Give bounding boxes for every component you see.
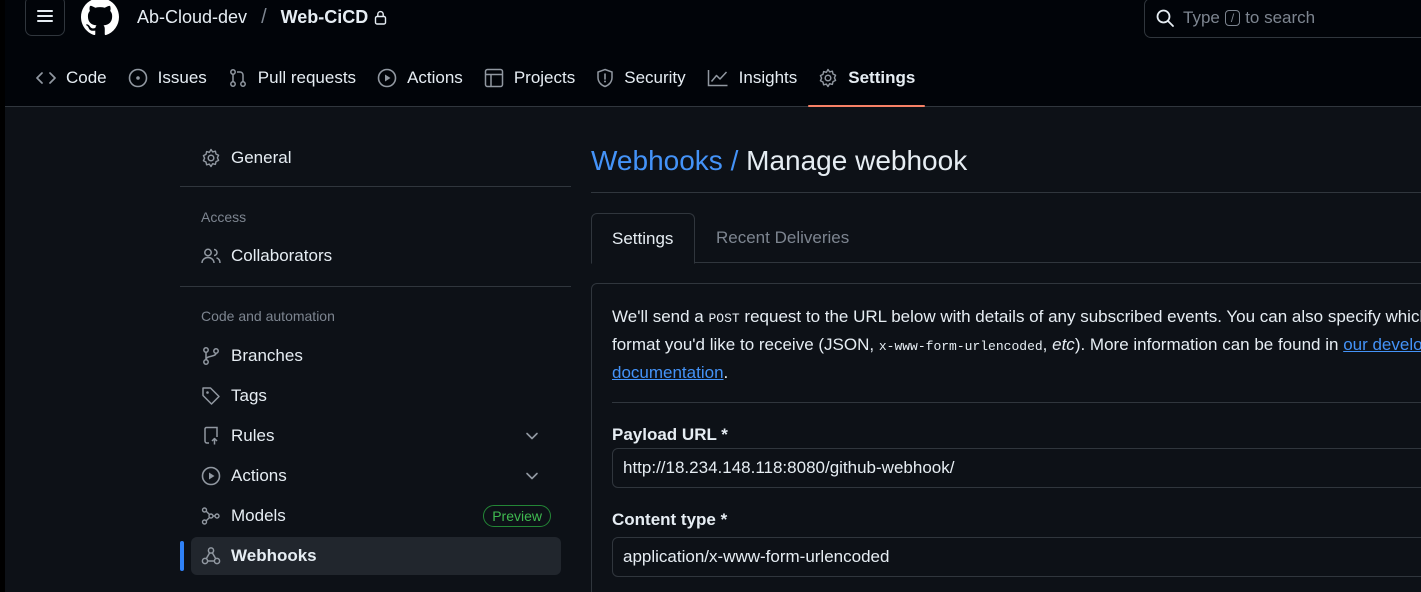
desc-etc: etc	[1052, 335, 1075, 354]
webhooks-breadcrumb-link[interactable]: Webhooks	[591, 145, 723, 176]
issue-icon	[128, 68, 147, 88]
tab-pull-requests-label: Pull requests	[257, 68, 357, 87]
repo-push-icon	[204, 426, 218, 445]
title-divider	[591, 192, 1421, 193]
tab-settings-label: Settings	[848, 68, 916, 87]
sidebar-item-actions[interactable]: Actions	[191, 457, 561, 495]
tab-settings[interactable]: Settings	[808, 56, 926, 107]
desc-text: request to the URL below with details of…	[739, 307, 1421, 326]
tab-code-label: Code	[66, 68, 107, 87]
sidebar-item-webhooks[interactable]: Webhooks	[180, 537, 561, 575]
webhook-form-panel: We'll send a POST request to the URL bel…	[591, 283, 1421, 592]
sidebar-item-rules[interactable]: Rules	[191, 417, 561, 455]
content-type-select[interactable]: application/x-www-form-urlencoded	[612, 537, 1421, 577]
desc-text: .	[723, 363, 729, 382]
hamburger-icon	[37, 10, 53, 22]
play-icon	[201, 466, 221, 486]
webhook-description: We'll send a POST request to the URL bel…	[612, 304, 1421, 386]
github-logo-icon[interactable]	[81, 0, 119, 36]
sidebar-divider	[180, 286, 571, 287]
sidebar-item-label: Webhooks	[231, 546, 317, 565]
sidebar-divider	[180, 186, 571, 187]
chevron-down-icon[interactable]	[525, 469, 539, 483]
panel-divider	[612, 402, 1421, 403]
tab-actions[interactable]: Actions	[367, 56, 473, 100]
payload-url-label: Payload URL *	[612, 425, 728, 444]
sidebar-item-collaborators[interactable]: Collaborators	[191, 237, 561, 275]
sidebar-item-models[interactable]: Models Preview	[191, 497, 561, 535]
repo-link[interactable]: Web-CiCD	[281, 7, 369, 28]
code-icon	[36, 72, 56, 84]
tab-code[interactable]: Code	[26, 56, 117, 100]
people-icon	[201, 248, 221, 264]
models-icon	[201, 507, 220, 525]
tab-settings[interactable]: Settings	[591, 213, 695, 264]
sidebar-heading-automation: Code and automation	[201, 308, 335, 324]
search-suffix: to search	[1245, 8, 1316, 27]
tab-issues[interactable]: Issues	[118, 56, 217, 100]
tab-insights-label: Insights	[738, 68, 798, 87]
sidebar-item-label: Rules	[231, 426, 275, 445]
desc-text: We'll send a	[612, 307, 709, 326]
graph-icon	[707, 70, 728, 87]
sidebar-item-label: Models	[231, 506, 286, 525]
breadcrumb-separator: /	[261, 6, 267, 28]
developer-docs-link[interactable]: our developer	[1343, 335, 1421, 354]
menu-button[interactable]	[25, 0, 65, 36]
tab-projects-label: Projects	[513, 68, 576, 87]
owner-link[interactable]: Ab-Cloud-dev	[137, 7, 247, 28]
chevron-down-icon[interactable]	[525, 429, 539, 443]
search-icon	[1156, 9, 1174, 27]
search-prefix: Type	[1183, 8, 1220, 27]
copilot-icon	[201, 588, 221, 592]
table-icon	[484, 68, 504, 88]
documentation-link[interactable]: documentation	[612, 363, 724, 382]
tab-security-label: Security	[624, 68, 686, 87]
desc-text: ,	[1042, 335, 1053, 354]
repo-nav: Code Issues Pull requests Actions Projec…	[5, 56, 926, 107]
sidebar-item-general[interactable]: General	[191, 139, 561, 177]
title-separator: /	[730, 145, 739, 176]
play-icon	[377, 68, 397, 88]
webhook-icon	[201, 547, 221, 565]
sidebar-item-label: Tags	[231, 386, 267, 405]
search-input[interactable]: Type / to search	[1144, 0, 1421, 38]
sidebar-item-partial[interactable]	[191, 579, 561, 592]
sidebar-heading-access: Access	[201, 209, 247, 225]
breadcrumb: Ab-Cloud-dev / Web-CiCD	[137, 6, 387, 29]
gear-icon	[202, 148, 220, 168]
tab-insights[interactable]: Insights	[697, 56, 808, 100]
pull-request-icon	[229, 69, 246, 87]
tab-recent-deliveries[interactable]: Recent Deliveries	[696, 213, 869, 263]
lock-icon	[374, 10, 387, 25]
tag-icon	[202, 387, 220, 405]
page-title: Webhooks / Manage webhook	[591, 145, 967, 177]
branch-icon	[203, 347, 219, 365]
webhook-tabs: Settings Recent Deliveries	[591, 213, 1421, 264]
desc-code-urlencoded: x-www-form-urlencoded	[878, 339, 1043, 354]
title-text: Manage webhook	[746, 145, 968, 176]
sidebar-item-label: Collaborators	[231, 246, 333, 265]
sidebar-item-tags[interactable]: Tags	[191, 377, 561, 415]
repo-header: Ab-Cloud-dev / Web-CiCD Type / to search…	[5, 0, 1421, 107]
shield-icon	[597, 68, 613, 88]
desc-text: format you'd like to receive (JSON,	[612, 335, 879, 354]
tab-projects[interactable]: Projects	[474, 56, 585, 100]
desc-text: ). More information can be found in	[1074, 335, 1344, 354]
sidebar-item-label: Actions	[231, 466, 287, 485]
tab-actions-label: Actions	[407, 68, 463, 87]
content-type-label: Content type *	[612, 510, 728, 529]
tab-pull-requests[interactable]: Pull requests	[218, 56, 366, 100]
sidebar-item-label: Branches	[231, 346, 303, 365]
payload-url-input[interactable]	[612, 448, 1421, 488]
gear-icon	[819, 68, 837, 88]
tab-issues-label: Issues	[157, 68, 207, 87]
preview-badge: Preview	[483, 505, 551, 527]
desc-code-post: POST	[708, 311, 740, 326]
tab-security[interactable]: Security	[586, 56, 695, 100]
sidebar-item-label: General	[231, 148, 292, 167]
search-shortcut-key: /	[1224, 10, 1241, 26]
sidebar-item-branches[interactable]: Branches	[191, 337, 561, 375]
